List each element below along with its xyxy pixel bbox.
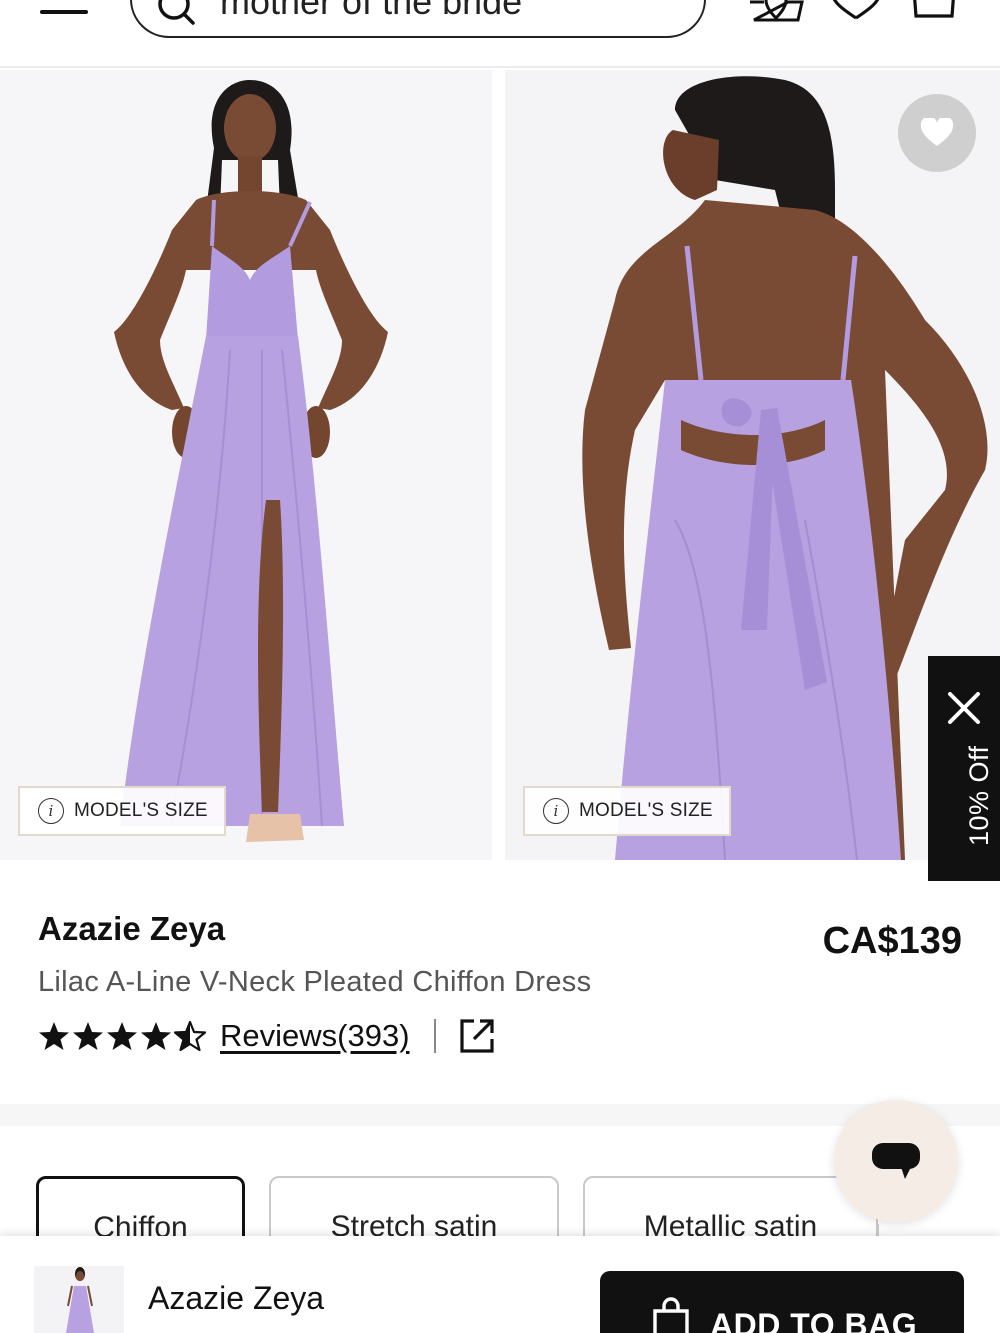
add-to-bag-button[interactable]: ADD TO BAG xyxy=(600,1271,964,1333)
bag-icon[interactable] xyxy=(902,0,962,22)
sticky-product-name: Azazie Zeya xyxy=(148,1280,325,1316)
top-header xyxy=(0,0,1000,68)
reviews-link[interactable]: Reviews(393) xyxy=(220,1018,410,1054)
model-front-illustration xyxy=(114,80,388,842)
product-brand: Azazie Zeya xyxy=(38,910,226,947)
close-icon[interactable] xyxy=(946,690,982,726)
promo-side-tab[interactable]: 10% Off xyxy=(928,656,1000,881)
product-thumbnail[interactable] xyxy=(34,1266,124,1333)
chat-button[interactable] xyxy=(834,1100,958,1222)
model-size-label: MODEL'S SIZE xyxy=(74,800,208,821)
external-link-icon[interactable] xyxy=(458,1017,496,1055)
star-half-icon xyxy=(174,1020,206,1052)
product-subtitle: Lilac A-Line V-Neck Pleated Chiffon Dres… xyxy=(38,966,592,998)
thumbnail-image xyxy=(66,1267,94,1333)
product-photo-back[interactable]: i MODEL'S SIZE xyxy=(505,70,1000,860)
model-size-label: MODEL'S SIZE xyxy=(579,800,713,821)
model-size-badge[interactable]: i MODEL'S SIZE xyxy=(18,786,226,836)
map-pin-icon[interactable] xyxy=(746,0,806,22)
shopping-bag-icon xyxy=(653,1297,689,1333)
info-icon: i xyxy=(38,798,64,824)
product-price: CA$139 xyxy=(822,920,962,962)
search-input[interactable] xyxy=(220,0,680,20)
search-icon xyxy=(158,0,195,25)
model-size-badge[interactable]: i MODEL'S SIZE xyxy=(523,786,731,836)
product-photo-front[interactable]: i MODEL'S SIZE xyxy=(0,70,492,860)
add-to-bag-label: ADD TO BAG xyxy=(710,1307,918,1333)
chat-bubble-icon xyxy=(872,1143,920,1179)
product-gallery[interactable]: i MODEL'S SIZE i MODEL'S SIZE xyxy=(0,70,1000,860)
wishlist-button[interactable] xyxy=(898,94,976,172)
star-full-icon xyxy=(107,1022,137,1050)
search-bar[interactable] xyxy=(130,0,706,38)
star-rating xyxy=(38,1020,206,1052)
rating-row: Reviews(393) xyxy=(38,1014,496,1058)
sticky-add-to-bag-bar: Azazie Zeya ADD TO BAG xyxy=(0,1236,1000,1333)
star-full-icon xyxy=(73,1022,103,1050)
promo-label[interactable]: 10% Off xyxy=(964,745,995,846)
hamburger-icon[interactable] xyxy=(40,0,90,20)
divider xyxy=(433,1019,436,1053)
heart-icon xyxy=(920,118,954,146)
model-back-illustration xyxy=(582,76,988,860)
star-full-icon xyxy=(141,1022,171,1050)
info-icon: i xyxy=(543,798,569,824)
star-full-icon xyxy=(39,1022,69,1050)
heart-icon[interactable] xyxy=(826,0,886,22)
